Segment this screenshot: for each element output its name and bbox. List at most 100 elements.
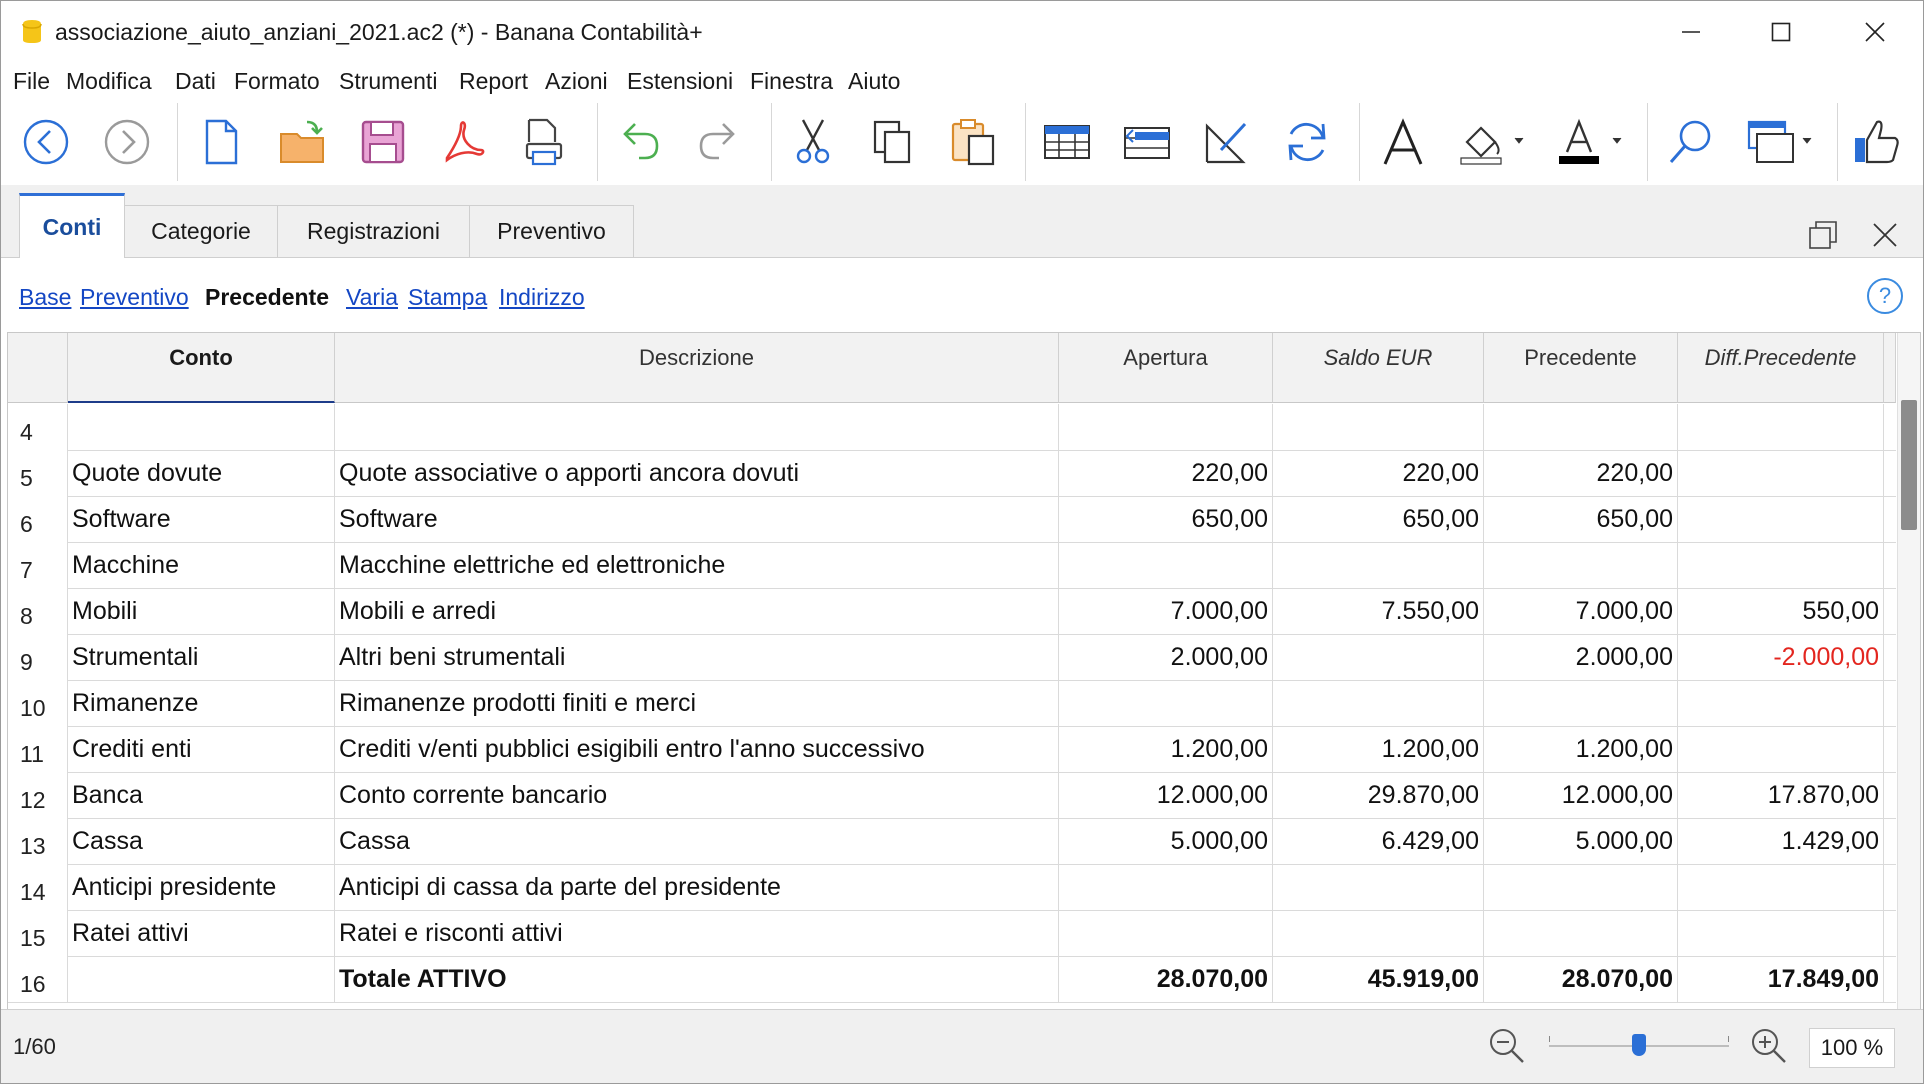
cell-saldo[interactable]: 7.550,00 xyxy=(1273,588,1484,634)
cell-descrizione[interactable]: Rimanenze prodotti finiti e merci xyxy=(335,680,1059,726)
cell-conto[interactable]: Software xyxy=(68,496,335,542)
column-header-diff-precedente[interactable]: Diff.Precedente xyxy=(1678,333,1884,403)
zoom-slider-thumb[interactable] xyxy=(1632,1034,1646,1056)
cell-saldo[interactable]: 6.429,00 xyxy=(1273,818,1484,864)
table-row[interactable]: 6 Software Software 650,00 650,00 650,00 xyxy=(8,496,1896,543)
tab-categorie[interactable]: Categorie xyxy=(124,205,278,257)
cell-apertura[interactable]: 1.200,00 xyxy=(1059,726,1273,772)
cell-apertura[interactable] xyxy=(1059,542,1273,588)
column-header-conto[interactable]: Conto xyxy=(68,333,335,403)
cell-conto[interactable]: Cassa xyxy=(68,818,335,864)
table-row[interactable]: 13 Cassa Cassa 5.000,00 6.429,00 5.000,00 1.42… xyxy=(8,818,1896,865)
cell-precedente[interactable]: 1.200,00 xyxy=(1484,726,1678,772)
table-row[interactable]: 16 Totale ATTIVO 28.070,00 45.919,00 28.070,… xyxy=(8,956,1896,1003)
open-file-button[interactable] xyxy=(273,112,333,172)
redo-button[interactable] xyxy=(689,112,749,172)
menu-azioni[interactable]: Azioni xyxy=(545,68,608,95)
cell-conto[interactable]: Anticipi presidente xyxy=(68,864,335,910)
cell-apertura[interactable]: 220,00 xyxy=(1059,450,1273,496)
cell-diff-precedente[interactable] xyxy=(1678,726,1884,772)
cell-saldo[interactable] xyxy=(1273,634,1484,680)
cell-descrizione[interactable] xyxy=(335,404,1059,450)
font-button[interactable] xyxy=(1373,112,1433,172)
table-row[interactable]: 5 Quote dovute Quote associative o apporti… xyxy=(8,450,1896,497)
insert-row-button[interactable] xyxy=(1037,112,1097,172)
cell-precedente[interactable]: 7.000,00 xyxy=(1484,588,1678,634)
cell-descrizione[interactable]: Cassa xyxy=(335,818,1059,864)
menu-aiuto[interactable]: Aiuto xyxy=(848,68,900,95)
cell-diff-precedente[interactable]: 17.870,00 xyxy=(1678,772,1884,818)
cell-descrizione[interactable]: Quote associative o apporti ancora dovut… xyxy=(335,450,1059,496)
tab-conti[interactable]: Conti xyxy=(19,193,125,259)
table-row[interactable]: 11 Crediti enti Crediti v/enti pubblici es… xyxy=(8,726,1896,773)
view-stampa[interactable]: Stampa xyxy=(408,284,487,311)
table-row[interactable]: 14 Anticipi presidente Anticipi di cassa d… xyxy=(8,864,1896,911)
zoom-out-button[interactable] xyxy=(1485,1024,1529,1068)
help-icon[interactable]: ? xyxy=(1867,278,1903,314)
table-row[interactable]: 4 xyxy=(8,404,1896,451)
cell-saldo[interactable] xyxy=(1273,680,1484,726)
cell-conto[interactable]: Quote dovute xyxy=(68,450,335,496)
cell-conto[interactable]: Crediti enti xyxy=(68,726,335,772)
menu-dati[interactable]: Dati xyxy=(175,68,216,95)
cell-diff-precedente[interactable]: -2.000,00 xyxy=(1678,634,1884,680)
cell-conto[interactable] xyxy=(68,956,335,1002)
cell-precedente[interactable]: 2.000,00 xyxy=(1484,634,1678,680)
cell-conto[interactable]: Banca xyxy=(68,772,335,818)
cell-saldo[interactable]: 1.200,00 xyxy=(1273,726,1484,772)
cell-diff-precedente[interactable] xyxy=(1678,910,1884,956)
cell-saldo[interactable] xyxy=(1273,910,1484,956)
scrollbar-thumb[interactable] xyxy=(1901,400,1917,530)
cell-diff-precedente[interactable] xyxy=(1678,864,1884,910)
cell-precedente[interactable]: 28.070,00 xyxy=(1484,956,1678,1002)
column-header-apertura[interactable]: Apertura xyxy=(1059,333,1273,403)
cell-precedente[interactable]: 5.000,00 xyxy=(1484,818,1678,864)
cell-precedente[interactable]: 650,00 xyxy=(1484,496,1678,542)
cell-diff-precedente[interactable]: 1.429,00 xyxy=(1678,818,1884,864)
cell-apertura[interactable] xyxy=(1059,680,1273,726)
table-row[interactable]: 7 Macchine Macchine elettriche ed elettron… xyxy=(8,542,1896,589)
cell-conto[interactable]: Macchine xyxy=(68,542,335,588)
cell-apertura[interactable]: 12.000,00 xyxy=(1059,772,1273,818)
menu-strumenti[interactable]: Strumenti xyxy=(339,68,437,95)
back-button[interactable] xyxy=(16,112,76,172)
cell-diff-precedente[interactable]: 550,00 xyxy=(1678,588,1884,634)
cell-descrizione[interactable]: Totale ATTIVO xyxy=(335,956,1059,1002)
column-header-saldo[interactable]: Saldo EUR xyxy=(1273,333,1484,403)
table-row[interactable]: 15 Ratei attivi Ratei e risconti attivi xyxy=(8,910,1896,957)
new-file-button[interactable] xyxy=(191,112,251,172)
cell-saldo[interactable]: 220,00 xyxy=(1273,450,1484,496)
save-button[interactable] xyxy=(353,112,413,172)
maximize-button[interactable] xyxy=(1739,1,1823,63)
view-precedente[interactable]: Precedente xyxy=(205,284,329,311)
cell-conto[interactable] xyxy=(68,404,335,450)
view-preventivo[interactable]: Preventivo xyxy=(80,284,189,311)
view-base[interactable]: Base xyxy=(19,284,71,311)
cell-precedente[interactable] xyxy=(1484,680,1678,726)
forward-button[interactable] xyxy=(97,112,157,172)
cell-saldo[interactable]: 29.870,00 xyxy=(1273,772,1484,818)
print-preview-button[interactable] xyxy=(513,112,573,172)
tab-registrazioni[interactable]: Registrazioni xyxy=(277,205,470,257)
menu-estensioni[interactable]: Estensioni xyxy=(627,68,733,95)
column-header-precedente[interactable]: Precedente xyxy=(1484,333,1678,403)
cell-conto[interactable]: Ratei attivi xyxy=(68,910,335,956)
cell-descrizione[interactable]: Conto corrente bancario xyxy=(335,772,1059,818)
column-header-descrizione[interactable]: Descrizione xyxy=(335,333,1059,403)
undock-button[interactable] xyxy=(1803,215,1843,255)
menu-report[interactable]: Report xyxy=(459,68,528,95)
cell-apertura[interactable]: 650,00 xyxy=(1059,496,1273,542)
cell-precedente[interactable] xyxy=(1484,864,1678,910)
cell-apertura[interactable]: 7.000,00 xyxy=(1059,588,1273,634)
cell-conto[interactable]: Mobili xyxy=(68,588,335,634)
cell-descrizione[interactable]: Anticipi di cassa da parte del president… xyxy=(335,864,1059,910)
cell-saldo[interactable] xyxy=(1273,404,1484,450)
paste-button[interactable] xyxy=(943,112,1003,172)
close-tab-button[interactable] xyxy=(1865,215,1905,255)
cell-diff-precedente[interactable]: 17.849,00 xyxy=(1678,956,1884,1002)
cell-apertura[interactable]: 2.000,00 xyxy=(1059,634,1273,680)
cell-precedente[interactable]: 12.000,00 xyxy=(1484,772,1678,818)
menu-modifica[interactable]: Modifica xyxy=(66,68,152,95)
minimize-button[interactable] xyxy=(1649,1,1733,63)
cell-descrizione[interactable]: Mobili e arredi xyxy=(335,588,1059,634)
